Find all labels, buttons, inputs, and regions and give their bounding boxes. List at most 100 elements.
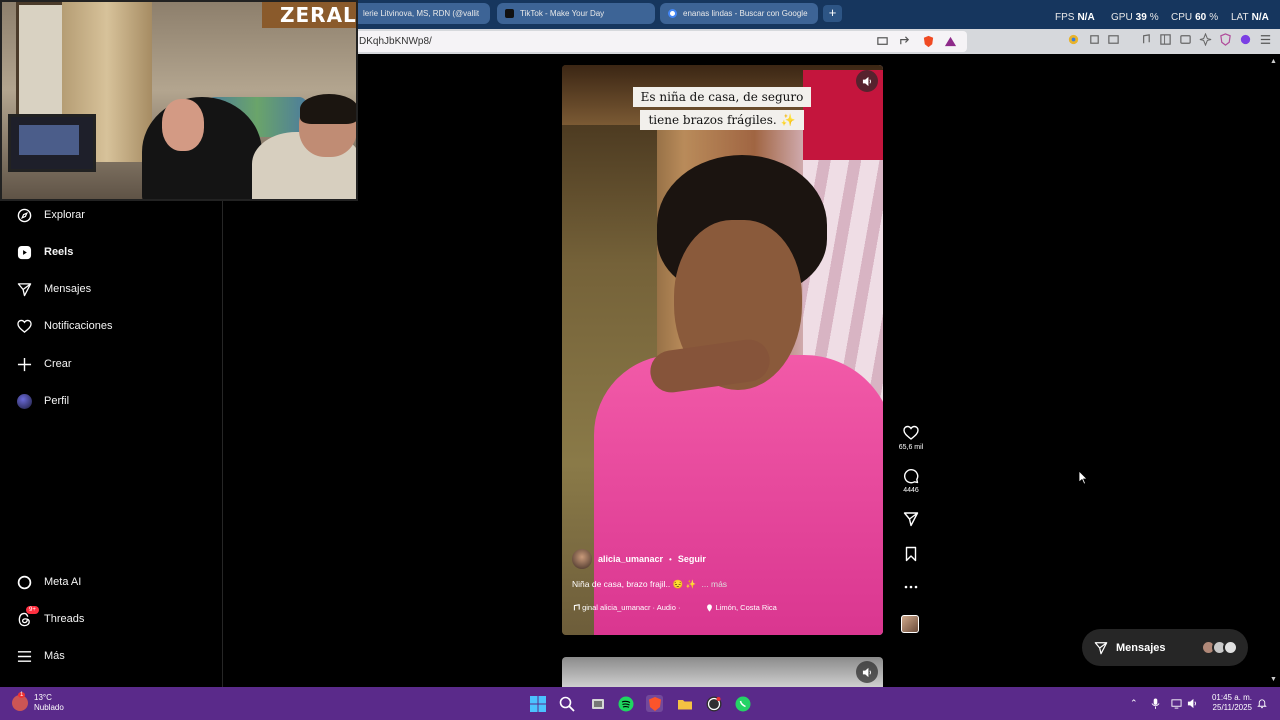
sidebar-item-mas[interactable]: Más <box>16 644 65 668</box>
brave-rewards-icon[interactable] <box>944 35 957 48</box>
notification-bell-icon[interactable] <box>1257 698 1267 711</box>
location-pin-icon <box>707 604 713 612</box>
webcam-person <box>162 99 204 151</box>
page-scrollbar[interactable]: ▲ ▼ <box>1268 54 1280 687</box>
tiktok-tab-icon <box>505 9 514 18</box>
sidebar-item-meta-ai[interactable]: Meta AI <box>16 570 81 594</box>
share-button[interactable] <box>893 511 929 530</box>
sidebar-item-label: Explorar <box>44 209 85 221</box>
audio-thumbnail[interactable] <box>901 615 919 633</box>
more-link[interactable]: ... más <box>702 579 728 589</box>
obs-icon[interactable] <box>705 695 722 712</box>
separator: • <box>669 554 672 564</box>
reel-video[interactable]: Es niña de casa, de seguro tiene brazos … <box>562 65 883 635</box>
messages-pill[interactable]: Mensajes <box>1082 629 1248 666</box>
next-reel-preview[interactable] <box>562 657 883 687</box>
heart-icon <box>903 425 919 440</box>
tab-instagram[interactable]: lerie Litvinova, MS, RDN (@vallit <box>340 3 490 24</box>
sidebar-item-mensajes[interactable]: Mensajes <box>16 277 91 301</box>
weather-widget[interactable]: 1 13°C Nublado <box>12 692 64 713</box>
browser-menu-icon[interactable] <box>1259 33 1272 46</box>
speaker-icon <box>862 667 871 677</box>
avatar <box>1223 640 1238 655</box>
sidebar-item-label: Meta AI <box>44 576 82 588</box>
sidebar-toggle-icon[interactable] <box>1159 33 1172 46</box>
system-clock[interactable]: 01:45 a. m. 25/11/2025 <box>1204 693 1252 713</box>
wallet-icon[interactable] <box>1179 33 1192 46</box>
comment-button[interactable]: 4446 <box>893 468 929 494</box>
brave-shield-icon[interactable] <box>922 35 935 48</box>
gpu-readout: GPU 39% <box>1111 12 1159 23</box>
brave-browser-icon[interactable] <box>646 695 663 712</box>
comment-icon <box>904 469 919 484</box>
webcam-scene <box>16 2 68 122</box>
extension-box-icon[interactable] <box>1107 33 1120 46</box>
follow-button[interactable]: Seguir <box>678 554 706 564</box>
tab-google[interactable]: enanas lindas - Buscar con Google <box>660 3 818 24</box>
cpu-readout: CPU 60% <box>1171 12 1219 23</box>
microphone-icon[interactable] <box>1151 698 1160 711</box>
streamer-brand-label: ZERAL <box>262 2 356 28</box>
profile-orb-icon[interactable] <box>1239 33 1252 46</box>
leo-ai-icon[interactable] <box>1199 33 1212 46</box>
sidebar-item-reels[interactable]: Reels <box>16 240 73 264</box>
sidebar-item-label: Crear <box>44 358 72 370</box>
audio-text: ginal alicia_umanacr · Audio · <box>582 603 681 612</box>
like-button[interactable]: 65,6 mil <box>893 425 929 451</box>
avatar-icon <box>16 393 32 409</box>
mouse-cursor-icon <box>1078 470 1088 485</box>
paper-plane-icon <box>16 281 32 297</box>
music-note-icon <box>573 604 580 611</box>
like-count: 65,6 mil <box>898 444 924 451</box>
sidebar-item-label: Notificaciones <box>44 320 113 332</box>
new-tab-button[interactable]: + <box>823 5 842 22</box>
scroll-up-arrow-icon[interactable]: ▲ <box>1270 58 1277 65</box>
paper-plane-icon <box>1094 641 1108 654</box>
save-button[interactable] <box>893 546 929 565</box>
clock-time: 01:45 a. m. <box>1211 693 1252 702</box>
avatar[interactable] <box>572 549 592 569</box>
paper-plane-icon <box>903 512 919 527</box>
extension-puzzle-icon[interactable] <box>1088 33 1101 46</box>
network-icon[interactable] <box>1171 698 1182 711</box>
mute-button[interactable] <box>856 661 878 683</box>
scroll-down-arrow-icon[interactable]: ▼ <box>1270 676 1277 683</box>
url-text: DKqhJbKNWp8/ <box>359 36 432 47</box>
search-icon[interactable] <box>558 695 575 712</box>
weather-condition: Nublado <box>34 703 64 712</box>
music-icon[interactable] <box>1139 33 1152 46</box>
windows-start-icon[interactable] <box>529 695 546 712</box>
threads-icon: 9+ <box>16 606 39 627</box>
sidebar-item-threads[interactable]: 9+ Threads <box>16 606 84 631</box>
chevron-up-icon[interactable]: ⌃ <box>1130 698 1138 709</box>
whatsapp-icon[interactable] <box>734 695 751 712</box>
vpn-shield-icon[interactable] <box>1219 33 1232 46</box>
address-bar[interactable]: DKqhJbKNWp8/ <box>355 31 967 52</box>
webcam-scene <box>8 114 96 172</box>
tab-label: lerie Litvinova, MS, RDN (@vallit <box>363 9 480 18</box>
mute-button[interactable] <box>856 70 878 92</box>
sidebar-item-explorar[interactable]: Explorar <box>16 203 85 227</box>
task-view-icon[interactable] <box>589 695 606 712</box>
heart-icon <box>16 318 32 334</box>
location-link[interactable]: Limón, Costa Rica <box>706 603 777 612</box>
spotify-icon[interactable] <box>617 695 634 712</box>
sidebar-item-crear[interactable]: Crear <box>16 352 72 376</box>
file-explorer-icon[interactable] <box>676 695 693 712</box>
tab-tiktok[interactable]: TikTok - Make Your Day <box>497 3 655 24</box>
more-options-button[interactable] <box>893 582 929 595</box>
sidebar-item-perfil[interactable]: Perfil <box>16 389 69 413</box>
google-tab-icon <box>668 9 677 18</box>
extension-chrome-icon[interactable] <box>1067 33 1080 46</box>
sidebar-item-label: Más <box>44 650 65 662</box>
audio-link[interactable]: ginal alicia_umanacr · Audio · <box>572 603 680 612</box>
cast-icon[interactable] <box>876 35 889 48</box>
tab-label: TikTok - Make Your Day <box>520 9 605 18</box>
sidebar-item-label: Reels <box>44 246 74 258</box>
reel-username[interactable]: alicia_umanacr <box>598 554 663 564</box>
sidebar-item-notificaciones[interactable]: Notificaciones <box>16 314 112 338</box>
menu-icon <box>16 648 32 664</box>
volume-icon[interactable] <box>1187 698 1198 711</box>
share-icon[interactable] <box>898 35 911 48</box>
weather-icon: 1 <box>12 692 28 711</box>
